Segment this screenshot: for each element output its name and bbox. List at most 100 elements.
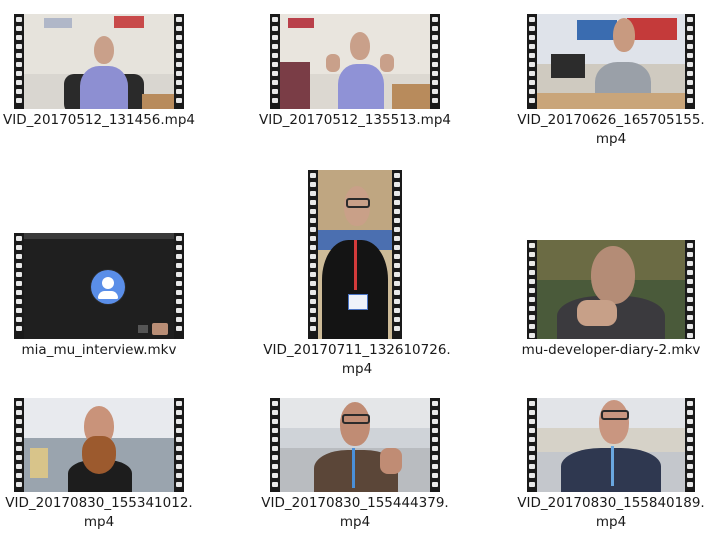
sprocket-hole	[687, 71, 693, 76]
sprocket-hole	[176, 53, 182, 58]
file-name-line: mp4	[595, 131, 627, 147]
sprocket-hole	[176, 62, 182, 67]
file-name-label[interactable]: VID_20170626_165705155. mp4	[506, 111, 716, 149]
sprocket-hole	[16, 308, 22, 313]
sprocket-hole	[272, 401, 278, 406]
sprocket-hole	[687, 464, 693, 469]
sprocket-hole	[394, 254, 400, 259]
video-thumbnail[interactable]	[270, 398, 440, 492]
thumbnail-frame	[24, 14, 174, 109]
sprocket-hole	[687, 446, 693, 451]
sprocket-hole	[529, 401, 535, 406]
file-name-label[interactable]: VID_20170830_155444379. mp4	[250, 494, 460, 532]
sprocket-hole	[687, 270, 693, 275]
sprocket-hole	[687, 89, 693, 94]
thumbnail-frame	[537, 14, 685, 109]
thumbnail-frame	[318, 170, 392, 339]
sprocket-hole	[176, 317, 182, 322]
filmstrip-left	[527, 240, 537, 339]
file-name-line: VID_20170830_155444379.	[261, 495, 449, 511]
sprocket-hole	[176, 482, 182, 487]
sprocket-hole	[687, 261, 693, 266]
thumbnail-frame	[537, 240, 685, 339]
sprocket-hole	[432, 419, 438, 424]
sprocket-hole	[687, 437, 693, 442]
sprocket-hole	[16, 464, 22, 469]
sprocket-hole	[687, 26, 693, 31]
sprocket-hole	[432, 446, 438, 451]
video-thumbnail[interactable]	[527, 398, 695, 492]
sprocket-hole	[16, 62, 22, 67]
video-thumbnail[interactable]	[308, 170, 402, 339]
sprocket-hole	[529, 288, 535, 293]
filmstrip-right	[174, 233, 184, 339]
sprocket-hole	[432, 62, 438, 67]
sprocket-hole	[176, 473, 182, 478]
sprocket-hole	[176, 455, 182, 460]
sprocket-hole	[687, 243, 693, 248]
sprocket-hole	[176, 254, 182, 259]
sprocket-hole	[272, 428, 278, 433]
sprocket-hole	[272, 410, 278, 415]
sprocket-hole	[394, 299, 400, 304]
sprocket-hole	[687, 288, 693, 293]
sprocket-hole	[16, 410, 22, 415]
video-thumbnail[interactable]	[14, 398, 184, 492]
sprocket-hole	[432, 17, 438, 22]
sprocket-hole	[529, 35, 535, 40]
filmstrip-right	[174, 14, 184, 109]
sprocket-hole	[687, 333, 693, 338]
sprocket-hole	[176, 464, 182, 469]
video-thumbnail[interactable]	[527, 14, 695, 109]
sprocket-hole	[394, 290, 400, 295]
filmstrip-right	[430, 398, 440, 492]
sprocket-hole	[529, 17, 535, 22]
sprocket-hole	[687, 80, 693, 85]
sprocket-hole	[272, 80, 278, 85]
file-name-label[interactable]: VID_20170711_132610726. mp4	[252, 341, 462, 379]
sprocket-hole	[529, 315, 535, 320]
file-name-label[interactable]: mu-developer-diary-2.mkv	[506, 341, 716, 360]
sprocket-hole	[176, 35, 182, 40]
sprocket-hole	[687, 98, 693, 103]
sprocket-hole	[176, 80, 182, 85]
sprocket-hole	[16, 89, 22, 94]
sprocket-hole	[176, 290, 182, 295]
sprocket-hole	[687, 410, 693, 415]
sprocket-hole	[272, 455, 278, 460]
sprocket-hole	[16, 401, 22, 406]
file-name-label[interactable]: VID_20170830_155341012. mp4	[0, 494, 198, 532]
file-name-label[interactable]: VID_20170512_135513.mp4	[256, 111, 454, 130]
sprocket-hole	[272, 473, 278, 478]
video-thumbnail[interactable]	[527, 240, 695, 339]
file-name-label[interactable]: VID_20170512_131456.mp4	[0, 111, 198, 130]
file-name-label[interactable]: VID_20170830_155840189. mp4	[506, 494, 716, 532]
sprocket-hole	[176, 428, 182, 433]
video-thumbnail[interactable]	[14, 233, 184, 339]
sprocket-hole	[687, 297, 693, 302]
sprocket-hole	[529, 252, 535, 257]
sprocket-hole	[394, 191, 400, 196]
sprocket-hole	[176, 17, 182, 22]
sprocket-hole	[272, 482, 278, 487]
sprocket-hole	[176, 419, 182, 424]
filmstrip-right	[685, 398, 695, 492]
video-thumbnail[interactable]	[14, 14, 184, 109]
sprocket-hole	[529, 44, 535, 49]
sprocket-hole	[16, 53, 22, 58]
sprocket-hole	[432, 410, 438, 415]
sprocket-hole	[529, 89, 535, 94]
sprocket-hole	[687, 473, 693, 478]
sprocket-hole	[176, 245, 182, 250]
sprocket-hole	[432, 473, 438, 478]
sprocket-hole	[529, 410, 535, 415]
file-name-line: mp4	[339, 514, 371, 530]
sprocket-hole	[529, 261, 535, 266]
sprocket-hole	[16, 482, 22, 487]
sprocket-hole	[272, 53, 278, 58]
video-thumbnail[interactable]	[270, 14, 440, 109]
file-name-line: mp4	[341, 361, 373, 377]
file-name-label[interactable]: mia_mu_interview.mkv	[0, 341, 198, 360]
sprocket-hole	[16, 17, 22, 22]
filmstrip-left	[14, 398, 24, 492]
